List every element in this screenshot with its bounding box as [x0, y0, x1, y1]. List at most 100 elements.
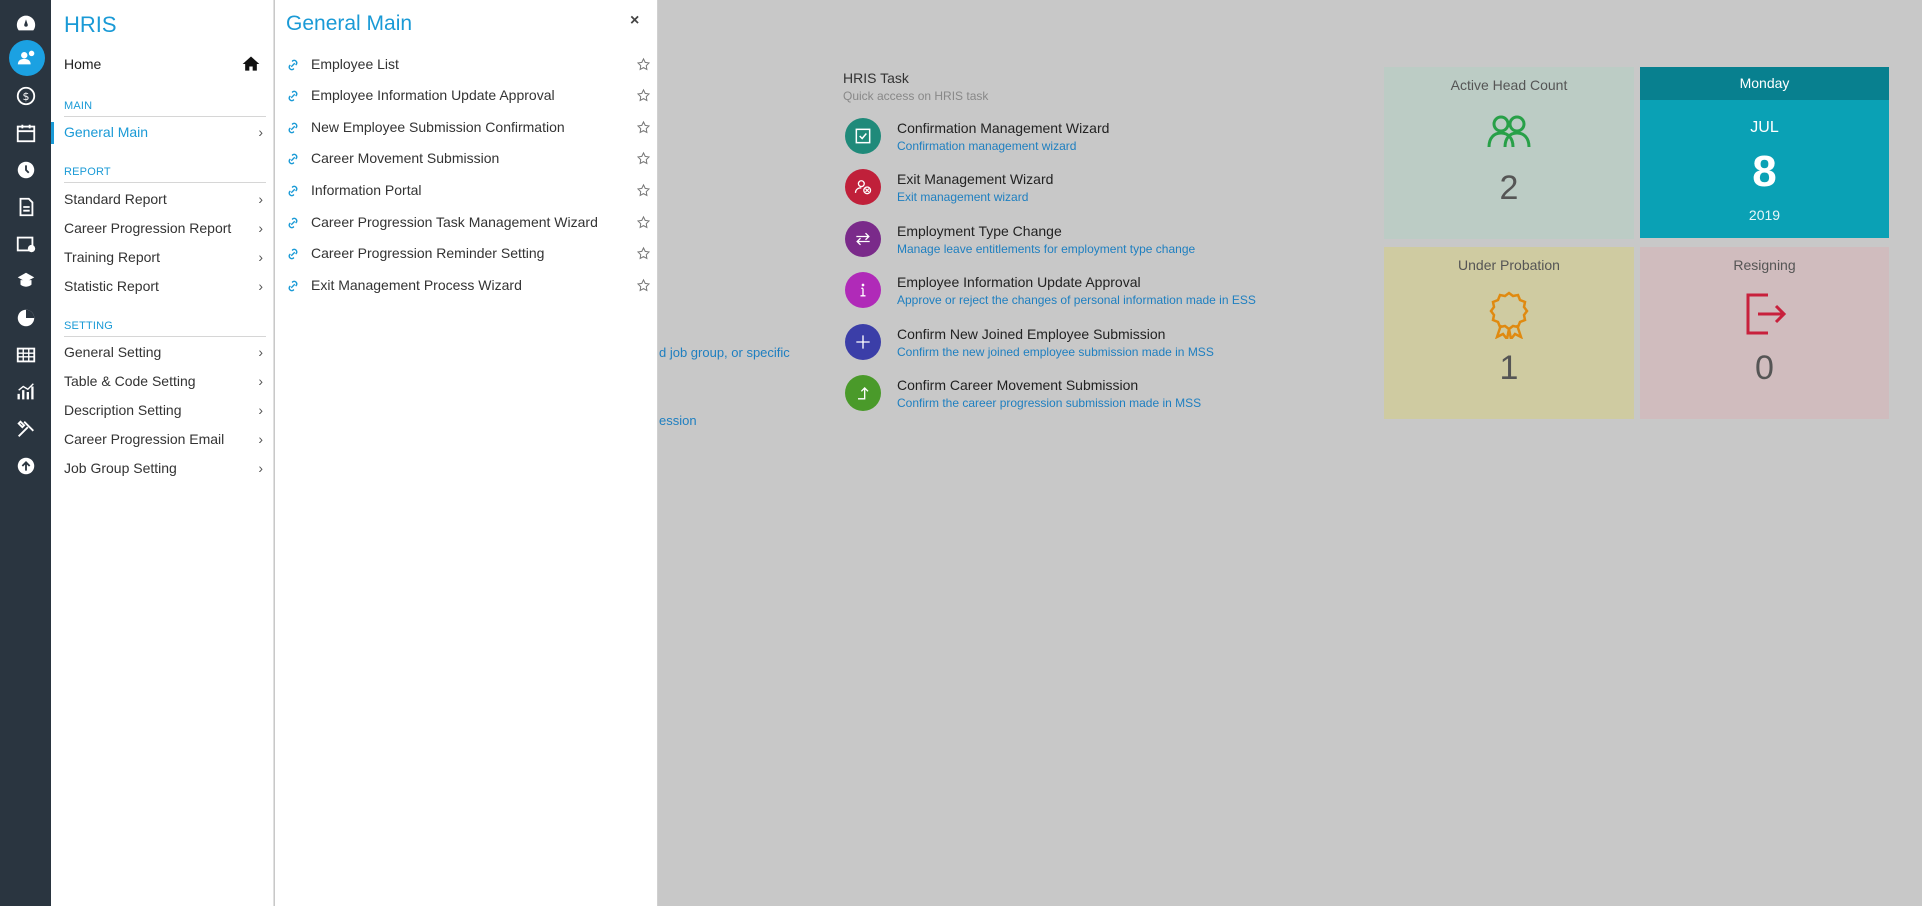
submenu-item-label: Information Portal — [311, 182, 422, 198]
star-icon[interactable] — [636, 57, 651, 72]
analytics-icon[interactable] — [10, 376, 42, 408]
upload-circle-icon[interactable] — [10, 450, 42, 482]
icon-rail: $ — [0, 0, 51, 906]
menu-item-table-code-setting[interactable]: Table & Code Setting › — [64, 373, 266, 395]
task-confirmation-management-wizard[interactable]: Confirmation Management Wizard Confirmat… — [845, 118, 1265, 162]
card-value: 1 — [1499, 349, 1519, 387]
menu-item-general-setting[interactable]: General Setting › — [64, 344, 266, 366]
star-icon[interactable] — [636, 151, 651, 166]
submenu-item-label: Career Progression Reminder Setting — [311, 245, 545, 261]
submenu-item-career-movement-submission[interactable]: Career Movement Submission — [286, 150, 651, 172]
plus-icon — [845, 324, 881, 360]
menu-item-career-progression-email[interactable]: Career Progression Email › — [64, 431, 266, 453]
divider — [64, 336, 266, 337]
card-active-head-count[interactable]: Active Head Count 2 — [1384, 67, 1634, 239]
menu-item-general-main[interactable]: General Main › — [64, 124, 266, 146]
menu-item-label: Statistic Report — [64, 278, 159, 294]
chevron-right-icon: › — [258, 460, 263, 476]
submenu-item-label: Employee List — [311, 56, 399, 72]
task-confirm-career-movement-submission[interactable]: Confirm Career Movement Submission Confi… — [845, 375, 1265, 419]
user-remove-icon — [845, 169, 881, 205]
submenu-item-career-progression-task-management-wizard[interactable]: Career Progression Task Management Wizar… — [286, 214, 651, 236]
link-icon — [288, 217, 298, 229]
calendar-icon[interactable] — [10, 117, 42, 149]
star-icon[interactable] — [636, 88, 651, 103]
section-setting: SETTING — [64, 320, 114, 332]
task-exit-management-wizard[interactable]: Exit Management Wizard Exit management w… — [845, 169, 1265, 213]
task-name: Confirm New Joined Employee Submission — [897, 326, 1166, 342]
link-icon — [288, 153, 298, 165]
menu-item-job-group-setting[interactable]: Job Group Setting › — [64, 460, 266, 482]
training-icon[interactable] — [10, 265, 42, 297]
menu-item-home[interactable]: Home — [64, 56, 264, 72]
calendar-clock-icon[interactable] — [10, 228, 42, 260]
submenu-item-label: Career Movement Submission — [311, 150, 500, 166]
chevron-right-icon: › — [258, 402, 263, 418]
hidden-link-fragment[interactable]: d job group, or specific — [659, 345, 790, 360]
dashboard-icon[interactable] — [10, 7, 42, 39]
panel-title: General Main — [286, 12, 413, 35]
card-label: Active Head Count — [1450, 77, 1568, 93]
link-icon — [288, 59, 298, 71]
chevron-right-icon: › — [258, 344, 263, 360]
hidden-link-fragment[interactable]: ession — [659, 413, 697, 428]
star-icon[interactable] — [636, 120, 651, 135]
card-under-probation[interactable]: Under Probation 1 — [1384, 247, 1634, 419]
menu-item-training-report[interactable]: Training Report › — [64, 249, 266, 271]
tools-icon[interactable] — [10, 413, 42, 445]
star-icon[interactable] — [636, 246, 651, 261]
submenu-item-employee-information-update-approval[interactable]: Employee Information Update Approval — [286, 87, 651, 109]
task-description[interactable]: Manage leave entitlements for employment… — [897, 242, 1195, 256]
menu-item-description-setting[interactable]: Description Setting › — [64, 402, 266, 424]
task-description[interactable]: Confirmation management wizard — [897, 139, 1076, 153]
close-icon[interactable]: × — [630, 12, 639, 30]
link-icon — [288, 280, 298, 292]
task-description[interactable]: Approve or reject the changes of persona… — [897, 293, 1256, 307]
hris-users-icon[interactable] — [9, 40, 45, 76]
link-icon — [288, 90, 298, 102]
menu-item-career-progression-report[interactable]: Career Progression Report › — [64, 220, 266, 242]
submenu-item-employee-list[interactable]: Employee List — [286, 56, 651, 78]
pie-chart-icon[interactable] — [10, 302, 42, 334]
table-icon[interactable] — [10, 339, 42, 371]
card-label: Resigning — [1733, 257, 1796, 273]
menu-item-standard-report[interactable]: Standard Report › — [64, 191, 266, 213]
menu-item-label: Job Group Setting — [64, 460, 177, 476]
star-icon[interactable] — [636, 183, 651, 198]
submenu-item-new-employee-submission-confirmation[interactable]: New Employee Submission Confirmation — [286, 119, 651, 141]
menu-item-label: Table & Code Setting — [64, 373, 196, 389]
payroll-icon[interactable]: $ — [10, 80, 42, 112]
document-icon[interactable] — [10, 191, 42, 223]
task-employment-type-change[interactable]: Employment Type Change Manage leave enti… — [845, 221, 1265, 265]
submenu-item-career-progression-reminder-setting[interactable]: Career Progression Reminder Setting — [286, 245, 651, 267]
home-icon[interactable] — [241, 54, 261, 74]
submenu-item-exit-management-process-wizard[interactable]: Exit Management Process Wizard — [286, 277, 651, 299]
task-description[interactable]: Confirm the career progression submissio… — [897, 396, 1201, 410]
check-square-icon — [845, 118, 881, 154]
task-name: Employee Information Update Approval — [897, 274, 1141, 290]
card-label: Under Probation — [1458, 257, 1560, 273]
task-description[interactable]: Exit management wizard — [897, 190, 1028, 204]
chevron-right-icon: › — [258, 124, 263, 140]
card-resigning[interactable]: Resigning 0 — [1640, 247, 1889, 419]
award-ribbon-icon — [1489, 291, 1529, 339]
star-icon[interactable] — [636, 278, 651, 293]
menu-title: HRIS — [64, 12, 117, 37]
link-icon — [288, 185, 298, 197]
submenu-item-information-portal[interactable]: Information Portal — [286, 182, 651, 204]
arrow-up-right-icon — [845, 375, 881, 411]
task-name: Confirm Career Movement Submission — [897, 377, 1139, 393]
task-confirm-new-joined-employee-submission[interactable]: Confirm New Joined Employee Submission C… — [845, 324, 1265, 368]
star-icon[interactable] — [636, 215, 651, 230]
date-year: 2019 — [1748, 207, 1781, 223]
chevron-right-icon: › — [258, 220, 263, 236]
exit-door-icon — [1746, 293, 1787, 335]
task-employee-information-update-approval[interactable]: Employee Information Update Approval App… — [845, 272, 1265, 316]
divider — [64, 116, 266, 117]
menu-item-statistic-report[interactable]: Statistic Report › — [64, 278, 266, 300]
task-description[interactable]: Confirm the new joined employee submissi… — [897, 345, 1214, 359]
date-card: Monday JUL 8 2019 — [1640, 67, 1889, 238]
chevron-right-icon: › — [258, 431, 263, 447]
submenu-item-label: New Employee Submission Confirmation — [311, 119, 565, 135]
clock-icon[interactable] — [10, 154, 42, 186]
